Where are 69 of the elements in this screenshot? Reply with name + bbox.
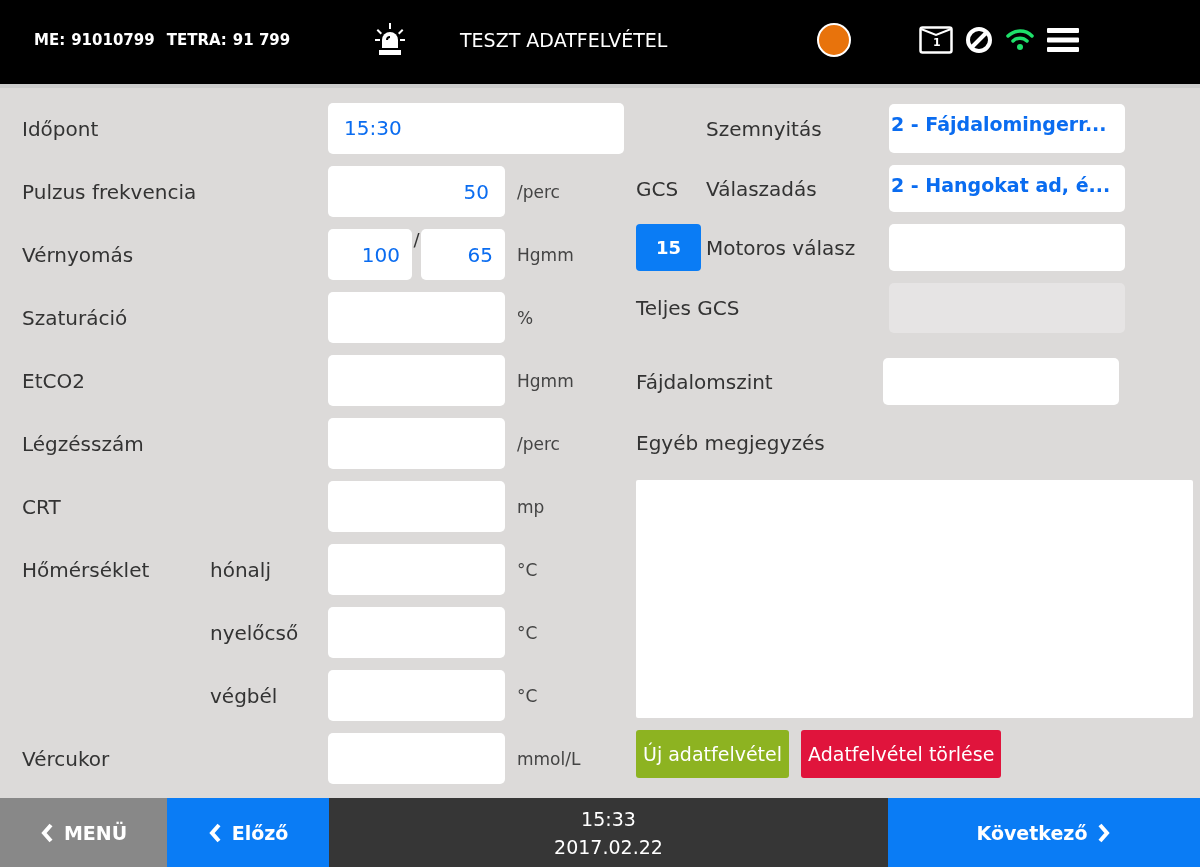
input-field[interactable] — [328, 355, 505, 406]
field-label: Vérnyomás — [22, 242, 135, 267]
mail-button[interactable]: 1 — [919, 26, 953, 54]
new-record-button[interactable]: Új adatfelvétel — [636, 730, 790, 778]
delete-button[interactable]: Adatfelvétel törlése — [801, 730, 1002, 778]
unit-label: /perc — [517, 181, 560, 202]
clock-date: 2017.02.22 — [554, 835, 663, 858]
field-label: Fájdalomszint — [636, 369, 774, 394]
field-sublabel: végbél — [210, 683, 279, 708]
unit-label: % — [517, 307, 534, 328]
input-field[interactable] — [328, 670, 505, 721]
input-field[interactable]: 15:30 — [328, 103, 624, 154]
unit-label: mp — [517, 496, 545, 517]
tetra-number: 91 799 — [232, 31, 291, 49]
unit-label: ME: — [34, 31, 66, 49]
field-label: Hőmérséklet — [22, 557, 151, 582]
gcs-label: GCS — [636, 176, 679, 201]
unit-label: °C — [517, 685, 538, 706]
input-field[interactable] — [889, 224, 1125, 271]
input-field[interactable] — [883, 358, 1119, 405]
field-label: Motoros válasz — [706, 235, 857, 260]
input-field[interactable] — [328, 544, 505, 595]
previous-button[interactable]: Előző — [167, 798, 329, 867]
envelope-icon — [919, 26, 953, 54]
unit-label: /perc — [517, 433, 560, 454]
field-sublabel: nyelőcső — [210, 620, 300, 645]
input-field[interactable]: 65 — [421, 229, 505, 280]
chevron-right-icon — [1097, 822, 1112, 843]
input-field[interactable]: 100 — [328, 229, 412, 280]
unit-number: 91010799 — [71, 31, 155, 49]
field-label: Szaturáció — [22, 305, 129, 330]
unit-label: °C — [517, 622, 538, 643]
menu-icon — [1047, 27, 1079, 53]
field-label: Teljes GCS — [636, 296, 741, 320]
field-label: Időpont — [22, 116, 100, 141]
chevron-left-icon — [39, 822, 54, 843]
field-sublabel: hónalj — [210, 557, 272, 582]
mail-count: 1 — [931, 36, 943, 49]
separator-slash: / — [412, 229, 421, 250]
unit-label: mmol/L — [517, 748, 581, 769]
field-label: Pulzus frekvencia — [22, 179, 198, 204]
next-button[interactable]: Következő — [888, 798, 1200, 867]
note-field[interactable] — [636, 480, 1193, 718]
prohibited-icon — [965, 26, 993, 54]
siren-icon — [372, 22, 408, 58]
menu-button[interactable]: MENÜ — [0, 798, 167, 867]
unit-label: °C — [517, 559, 538, 580]
input-field[interactable] — [328, 607, 505, 658]
input-field[interactable] — [328, 733, 505, 784]
field-label: Szemnyitás — [706, 116, 823, 141]
input-field[interactable] — [328, 481, 505, 532]
field-label: EtCO2 — [22, 368, 86, 393]
chevron-left-icon — [207, 822, 222, 843]
select-field[interactable]: 2 - Fájdalomingerr... — [889, 104, 1125, 153]
input-field[interactable]: 50 — [328, 166, 505, 217]
input-field[interactable] — [328, 418, 505, 469]
field-label: Egyéb megjegyzés — [636, 431, 826, 455]
select-field[interactable]: 2 - Hangokat ad, é... — [889, 165, 1125, 212]
input-field[interactable] — [328, 292, 505, 343]
unit-label: Hgmm — [517, 244, 574, 265]
field-label: Légzésszám — [22, 431, 145, 456]
field-label: Válaszadás — [706, 176, 818, 201]
gcs-score-badge: 15 — [636, 224, 701, 271]
screen-title: TESZT ADATFELVÉTEL — [460, 29, 669, 51]
clock-time: 15:33 — [581, 807, 636, 830]
field-label: CRT — [22, 494, 62, 519]
field-label: Vércukor — [22, 746, 111, 771]
tetra-label: TETRA: — [166, 31, 227, 49]
unit-label: Hgmm — [517, 370, 574, 391]
